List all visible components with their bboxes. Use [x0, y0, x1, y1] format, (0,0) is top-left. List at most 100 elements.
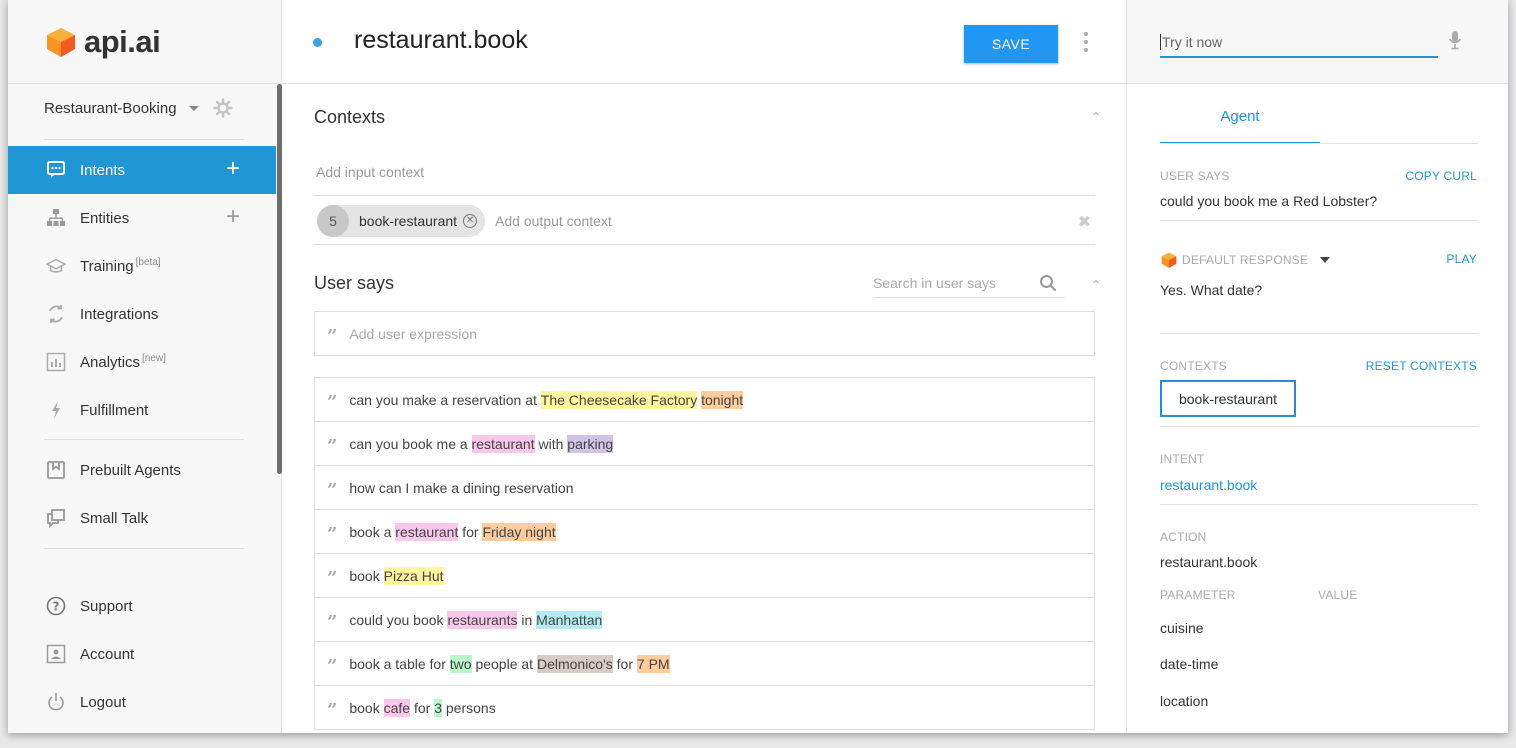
- entity-annotation[interactable]: tonight: [701, 390, 744, 409]
- search-placeholder: Search in user says: [873, 274, 996, 291]
- user-expression-row[interactable]: ” could you book restaurants in Manhattan: [315, 598, 1094, 642]
- bar-chart-icon: [46, 352, 66, 372]
- sidebar-item-fulfillment[interactable]: Fulfillment: [8, 386, 276, 434]
- context-chip[interactable]: 5 book-restaurant ✕: [317, 204, 486, 237]
- chat-icon: [46, 160, 66, 180]
- sidebar-item-integrations[interactable]: Integrations: [8, 290, 276, 338]
- parameter-name: location: [1160, 693, 1209, 709]
- main-panel: restaurant.book SAVE Contexts ⌃ Add inpu…: [283, 0, 1126, 733]
- divider: [1160, 504, 1478, 505]
- user-expression-row[interactable]: ” book a restaurant for Friday night: [315, 510, 1094, 554]
- contexts-title: Contexts: [314, 107, 386, 127]
- entity-annotation[interactable]: restaurant: [395, 522, 459, 541]
- expression-text: book a: [349, 523, 396, 540]
- entity-annotation[interactable]: 7 PM: [636, 654, 670, 673]
- save-button[interactable]: SAVE: [964, 25, 1058, 63]
- copy-curl-link[interactable]: COPY CURL: [1405, 169, 1477, 183]
- context-chip-label: book-restaurant: [359, 212, 458, 229]
- power-icon: [46, 692, 66, 712]
- clear-contexts-icon[interactable]: ✖: [1078, 212, 1091, 232]
- add-user-expression-input[interactable]: ” Add user expression: [314, 311, 1095, 356]
- agent-name: Restaurant-Booking: [44, 99, 177, 117]
- tab-agent[interactable]: Agent: [1160, 100, 1320, 144]
- play-link[interactable]: PLAY: [1446, 252, 1477, 266]
- intent-label: INTENT: [1160, 452, 1205, 466]
- user-expression-row[interactable]: ” can you book me a restaurant with parki…: [315, 422, 1094, 466]
- expression-text: can you make a reservation at: [349, 391, 541, 408]
- sidebar-item-account[interactable]: Account: [8, 630, 276, 678]
- user-expression-row[interactable]: ” how can I make a dining reservation: [315, 466, 1094, 510]
- sidebar-item-training[interactable]: Training [beta]: [8, 242, 276, 290]
- gear-icon[interactable]: [212, 98, 233, 118]
- output-context-field[interactable]: 5 book-restaurant ✕ Add output context ✖: [314, 197, 1095, 245]
- try-it-input[interactable]: Try it now: [1160, 28, 1438, 58]
- entity-annotation[interactable]: Delmonico's: [536, 654, 613, 673]
- expression-text: for: [410, 699, 435, 716]
- add-intent-button[interactable]: +: [226, 157, 240, 181]
- sidebar-item-intents[interactable]: Intents +: [8, 146, 276, 194]
- sidebar-item-logout[interactable]: Logout: [8, 678, 276, 726]
- reset-contexts-link[interactable]: RESET CONTEXTS: [1366, 359, 1477, 373]
- entity-annotation[interactable]: parking: [567, 434, 614, 453]
- parameter-name: cuisine: [1160, 620, 1204, 636]
- app-window: api.ai Restaurant-Booking Intents + Enti…: [8, 0, 1508, 733]
- intent-title[interactable]: restaurant.book: [354, 26, 528, 55]
- entity-annotation[interactable]: 3: [434, 698, 442, 717]
- refresh-icon: [46, 304, 66, 324]
- test-console: Try it now Agent USER SAYS COPY CURL cou…: [1126, 0, 1508, 733]
- entity-annotation[interactable]: two: [449, 654, 472, 673]
- chat-bubbles-icon: [46, 508, 66, 528]
- remove-context-icon[interactable]: ✕: [463, 213, 478, 228]
- lightning-icon: [46, 400, 66, 420]
- caret-down-icon[interactable]: [188, 105, 199, 111]
- sidebar-item-prebuilt-agents[interactable]: Prebuilt Agents: [8, 446, 276, 494]
- entity-annotation[interactable]: Manhattan: [536, 610, 603, 629]
- text-cursor: [1160, 34, 1161, 50]
- active-context: book-restaurant: [1160, 380, 1296, 417]
- agent-selector[interactable]: Restaurant-Booking: [44, 92, 254, 124]
- search-icon[interactable]: [1039, 274, 1057, 292]
- entity-annotation[interactable]: Friday night: [482, 522, 556, 541]
- add-entity-button[interactable]: +: [226, 205, 240, 229]
- input-context-field[interactable]: Add input context: [314, 148, 1095, 196]
- chevron-up-icon[interactable]: ⌃: [1091, 278, 1101, 292]
- user-expression-row[interactable]: ” can you make a reservation at The Chees…: [315, 378, 1094, 422]
- more-options-icon[interactable]: [1083, 32, 1089, 52]
- entity-annotation[interactable]: Pizza Hut: [383, 566, 444, 585]
- user-expression-row[interactable]: ” book a table for two people at Delmonic…: [315, 642, 1094, 686]
- entity-annotation[interactable]: restaurants: [447, 610, 518, 629]
- sidebar-item-analytics[interactable]: Analytics [new]: [8, 338, 276, 386]
- input-context-placeholder: Add input context: [316, 163, 425, 180]
- logo-text: api.ai: [84, 23, 161, 59]
- search-user-says-input[interactable]: Search in user says: [873, 268, 1065, 298]
- divider: [1160, 426, 1478, 427]
- sidebar-item-label: Fulfillment: [80, 401, 149, 419]
- context-lifespan[interactable]: 5: [317, 204, 349, 237]
- expression-text: in: [517, 611, 537, 628]
- quote-icon: ”: [327, 699, 338, 721]
- quote-icon: ”: [327, 479, 338, 501]
- svg-text:?: ?: [53, 600, 60, 614]
- divider: [1160, 333, 1478, 334]
- sidebar-item-small-talk[interactable]: Small Talk: [8, 494, 276, 542]
- logo[interactable]: api.ai: [8, 0, 281, 84]
- entity-annotation[interactable]: cafe: [383, 698, 411, 717]
- sidebar-item-entities[interactable]: Entities +: [8, 194, 276, 242]
- entity-annotation[interactable]: restaurant: [471, 434, 535, 453]
- user-expression-row[interactable]: ” book cafe for 3 persons: [315, 686, 1094, 730]
- intent-link[interactable]: restaurant.book: [1160, 477, 1257, 493]
- microphone-icon[interactable]: [1448, 30, 1462, 50]
- default-response-label: DEFAULT RESPONSE: [1182, 253, 1309, 267]
- sidebar-scrollbar[interactable]: [277, 84, 282, 474]
- entity-annotation[interactable]: The Cheesecake Factory: [540, 390, 698, 409]
- quote-icon: ”: [327, 655, 338, 677]
- intent-header: restaurant.book SAVE: [283, 0, 1126, 84]
- sidebar-item-support[interactable]: ? Support: [8, 582, 276, 630]
- user-expression-row[interactable]: ” book Pizza Hut: [315, 554, 1094, 598]
- quote-icon: ”: [327, 325, 338, 347]
- chevron-up-icon[interactable]: ⌃: [1091, 110, 1101, 124]
- divider: [1160, 220, 1478, 221]
- parameter-name: date-time: [1160, 656, 1219, 672]
- expression-text: book a table for: [349, 655, 450, 672]
- caret-down-icon[interactable]: [1320, 257, 1330, 263]
